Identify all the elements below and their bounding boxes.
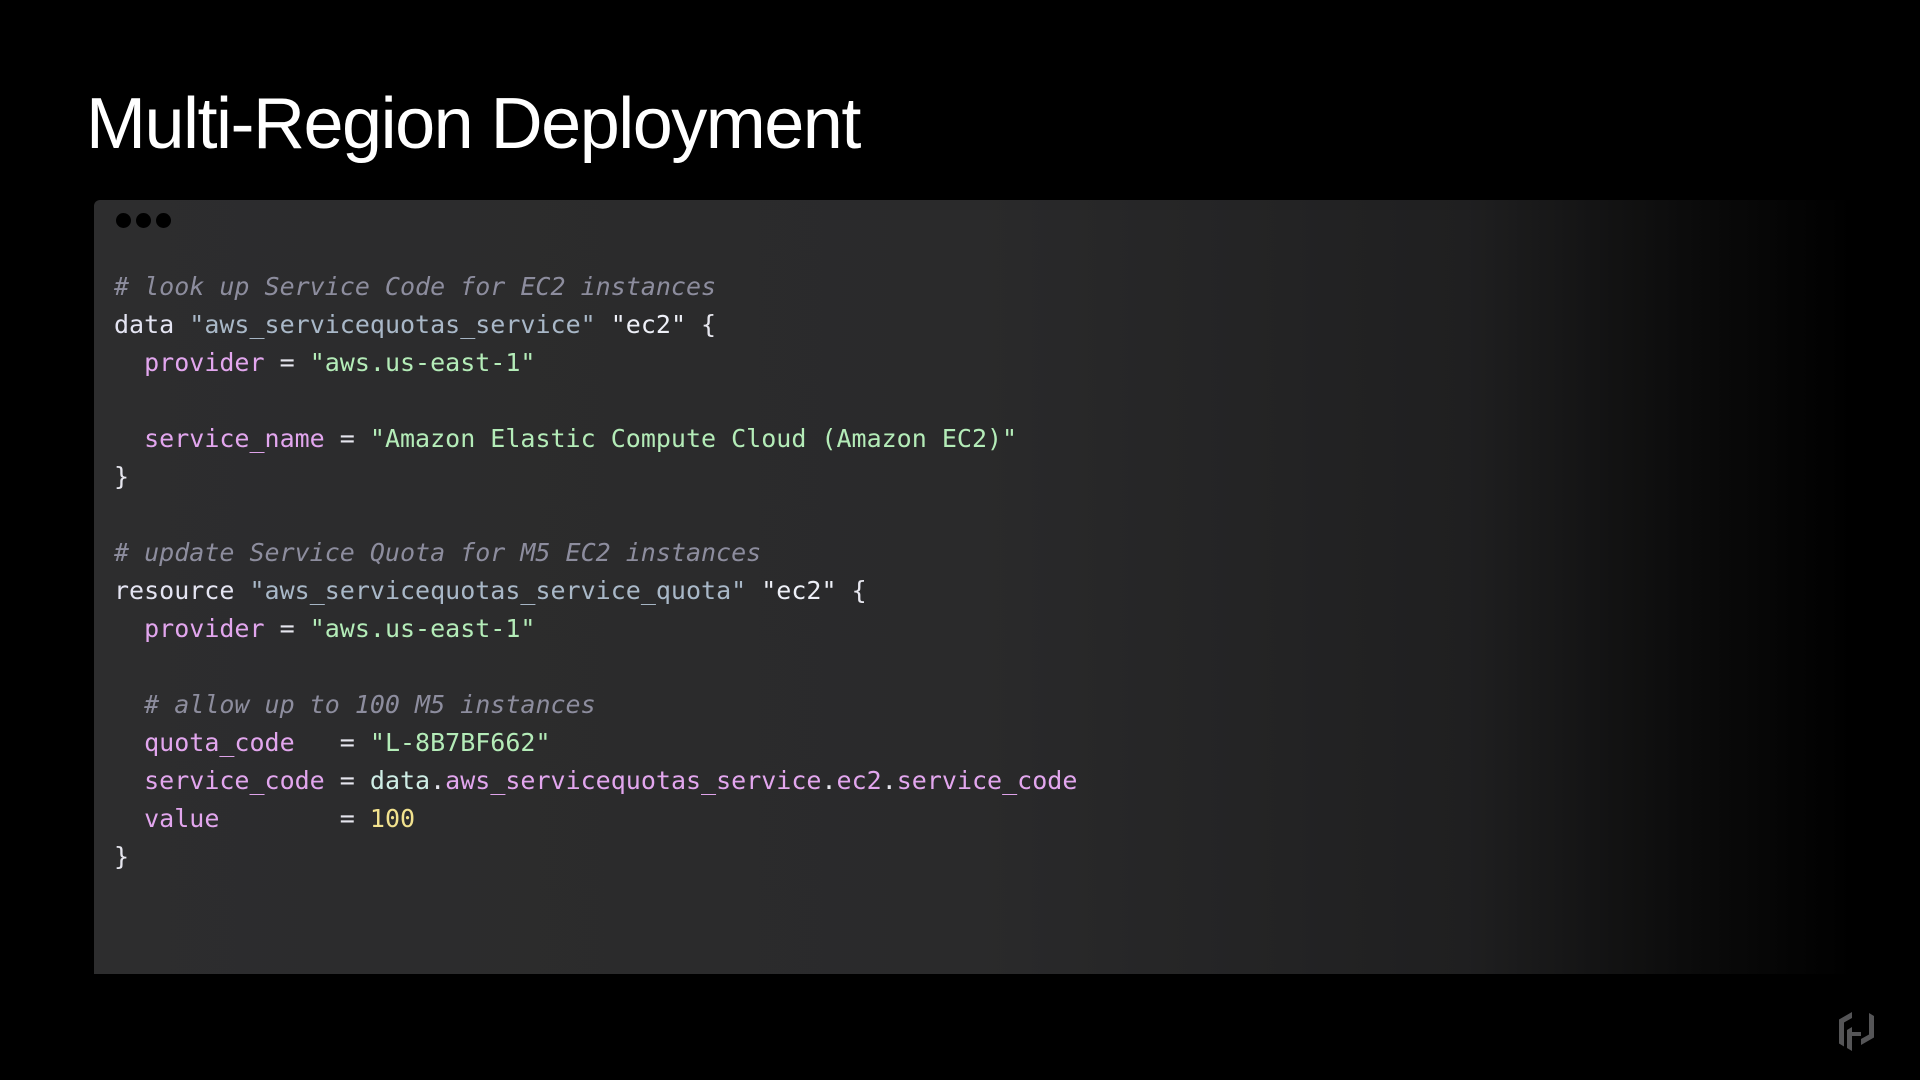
code-line: service_code = data.aws_servicequotas_se…	[114, 762, 1077, 800]
code-token-num: 100	[369, 804, 416, 833]
code-token-kw: data	[114, 310, 175, 339]
code-token-punct: }	[114, 842, 130, 871]
code-line: data "aws_servicequotas_service" "ec2" {	[114, 306, 1077, 344]
window-controls	[116, 213, 171, 228]
code-token-type: "aws_servicequotas_service_quota"	[249, 576, 747, 605]
code-token-name: "ec2"	[610, 310, 686, 339]
code-token-attr: service_code	[144, 766, 325, 795]
hashicorp-logo-icon	[1839, 1012, 1874, 1051]
code-token-type: "aws_servicequotas_service"	[189, 310, 596, 339]
code-token-punct: {	[836, 576, 867, 605]
code-token-str: "Amazon Elastic Compute Cloud (Amazon EC…	[369, 424, 1018, 453]
window-dot-icon	[136, 213, 151, 228]
code-line: resource "aws_servicequotas_service_quot…	[114, 572, 1077, 610]
code-line: provider = "aws.us-east-1"	[114, 610, 1077, 648]
code-token-ref: data	[369, 766, 431, 795]
code-line: }	[114, 838, 1077, 876]
code-token-punct	[114, 614, 144, 643]
code-token-punct	[114, 424, 144, 453]
code-window: # look up Service Code for EC2 instances…	[94, 200, 1854, 974]
code-token-punct: {	[686, 310, 717, 339]
code-token-punct	[234, 576, 249, 605]
code-line: # update Service Quota for M5 EC2 instan…	[114, 534, 1077, 572]
code-token-name: "ec2"	[761, 576, 837, 605]
code-token-attr: quota_code	[144, 728, 295, 757]
code-token-op: =	[264, 614, 310, 643]
code-token-punct: .	[821, 766, 837, 795]
code-token-punct: .	[430, 766, 446, 795]
code-token-attr: provider	[144, 348, 265, 377]
code-line: provider = "aws.us-east-1"	[114, 344, 1077, 382]
code-line: # allow up to 100 M5 instances	[114, 686, 1077, 724]
code-token-attr: ec2	[836, 766, 882, 795]
code-token-str: "aws.us-east-1"	[309, 348, 536, 377]
code-token-punct	[114, 766, 144, 795]
code-token-op: =	[219, 804, 370, 833]
code-token-punct	[114, 690, 144, 719]
code-token-punct	[746, 576, 761, 605]
code-line: value = 100	[114, 800, 1077, 838]
code-token-op: =	[324, 766, 370, 795]
code-line: }	[114, 458, 1077, 496]
code-token-comment: # update Service Quota for M5 EC2 instan…	[114, 538, 762, 567]
code-token-op: =	[264, 348, 310, 377]
code-token-punct: }	[114, 462, 130, 491]
code-token-punct	[114, 728, 144, 757]
code-token-attr: service_name	[144, 424, 325, 453]
code-token-punct: .	[881, 766, 897, 795]
code-token-attr: value	[144, 804, 220, 833]
window-dot-icon	[116, 213, 131, 228]
slide-title: Multi-Region Deployment	[86, 84, 861, 164]
code-token-punct	[174, 310, 189, 339]
code-token-comment: # allow up to 100 M5 instances	[144, 690, 596, 719]
code-token-op: =	[324, 424, 370, 453]
code-token-punct	[114, 348, 144, 377]
code-token-punct	[596, 310, 611, 339]
code-token-kw: resource	[114, 576, 235, 605]
code-token-op: =	[294, 728, 370, 757]
code-block: # look up Service Code for EC2 instances…	[114, 268, 1077, 876]
window-dot-icon	[156, 213, 171, 228]
code-token-comment: # look up Service Code for EC2 instances	[114, 272, 717, 301]
code-token-attr: service_code	[896, 766, 1078, 795]
code-token-attr: provider	[144, 614, 265, 643]
code-line: service_name = "Amazon Elastic Compute C…	[114, 420, 1077, 458]
code-token-str: "aws.us-east-1"	[309, 614, 536, 643]
code-token-attr: aws_servicequotas_service	[445, 766, 822, 795]
slide: Multi-Region Deployment # look up Servic…	[0, 0, 1920, 1080]
code-line: quota_code = "L-8B7BF662"	[114, 724, 1077, 762]
code-line: # look up Service Code for EC2 instances	[114, 268, 1077, 306]
code-token-punct	[114, 804, 144, 833]
code-token-str: "L-8B7BF662"	[369, 728, 551, 757]
